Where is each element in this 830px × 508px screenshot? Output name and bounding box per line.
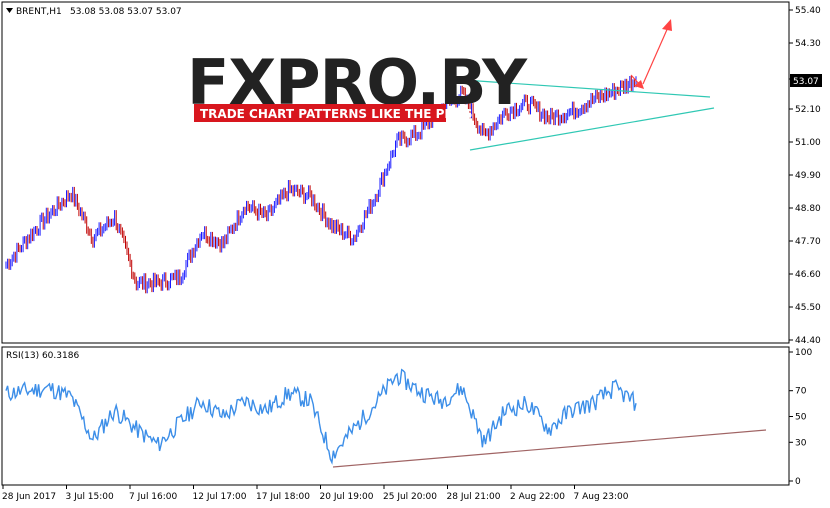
- time-tick-label: 17 Jul 18:00: [256, 492, 310, 502]
- time-tick-label: 28 Jun 2017: [2, 492, 56, 502]
- time-tick-label: 2 Aug 22:00: [510, 492, 565, 502]
- rsi-panel[interactable]: 100 70 50 30 0 RSI(13) 60.3186: [1, 346, 812, 487]
- rsi-tick-label: 30: [795, 438, 807, 448]
- price-tick-label: 54.30: [795, 39, 821, 49]
- time-tick-label: 12 Jul 17:00: [193, 492, 247, 502]
- price-tick-label: 44.40: [795, 336, 821, 346]
- price-tick-label: 52.10: [795, 105, 821, 115]
- price-tick-label: 46.60: [795, 270, 821, 280]
- ohlc-values: 53.08 53.08 53.07 53.07: [70, 7, 182, 17]
- price-tick-label: 48.80: [795, 204, 821, 214]
- symbol-header: BRENT,H1 53.08 53.08 53.07 53.07: [6, 7, 182, 17]
- price-tick-label: 51.00: [795, 138, 821, 148]
- symbol-label: BRENT,H1: [16, 7, 62, 17]
- time-tick-label: 7 Jul 16:00: [129, 492, 178, 502]
- rsi-tick-label: 70: [795, 387, 807, 397]
- time-tick-label: 3 Jul 15:00: [66, 492, 115, 502]
- rsi-tick-label: 100: [795, 348, 812, 358]
- price-tick-label: 55.40: [795, 6, 821, 16]
- time-tick-label: 28 Jul 21:00: [447, 492, 501, 502]
- price-panel[interactable]: 55.4054.3053.1052.1051.0049.9048.8047.70…: [1, 1, 822, 346]
- time-tick-label: 7 Aug 23:00: [574, 492, 629, 502]
- rsi-tick-label: 0: [795, 477, 801, 487]
- current-price-tag: 53.07: [790, 74, 822, 87]
- price-tick-label: 45.50: [795, 303, 821, 313]
- time-tick-label: 20 Jul 19:00: [320, 492, 374, 502]
- rsi-tick-label: 50: [795, 413, 807, 423]
- rsi-label: RSI(13) 60.3186: [6, 351, 79, 361]
- logo-tagline: TRADE CHART PATTERNS LIKE THE PROS: [200, 107, 473, 121]
- fxpro-logo-watermark: FXPRO.BY TRADE CHART PATTERNS LIKE THE P…: [187, 46, 529, 122]
- price-tick-label: 47.70: [795, 237, 821, 247]
- mt4-chart-window[interactable]: 55.4054.3053.1052.1051.0049.9048.8047.70…: [0, 0, 830, 508]
- price-tick-label: 49.90: [795, 171, 821, 181]
- current-price-label: 53.07: [793, 77, 819, 87]
- time-tick-label: 25 Jul 20:00: [383, 492, 437, 502]
